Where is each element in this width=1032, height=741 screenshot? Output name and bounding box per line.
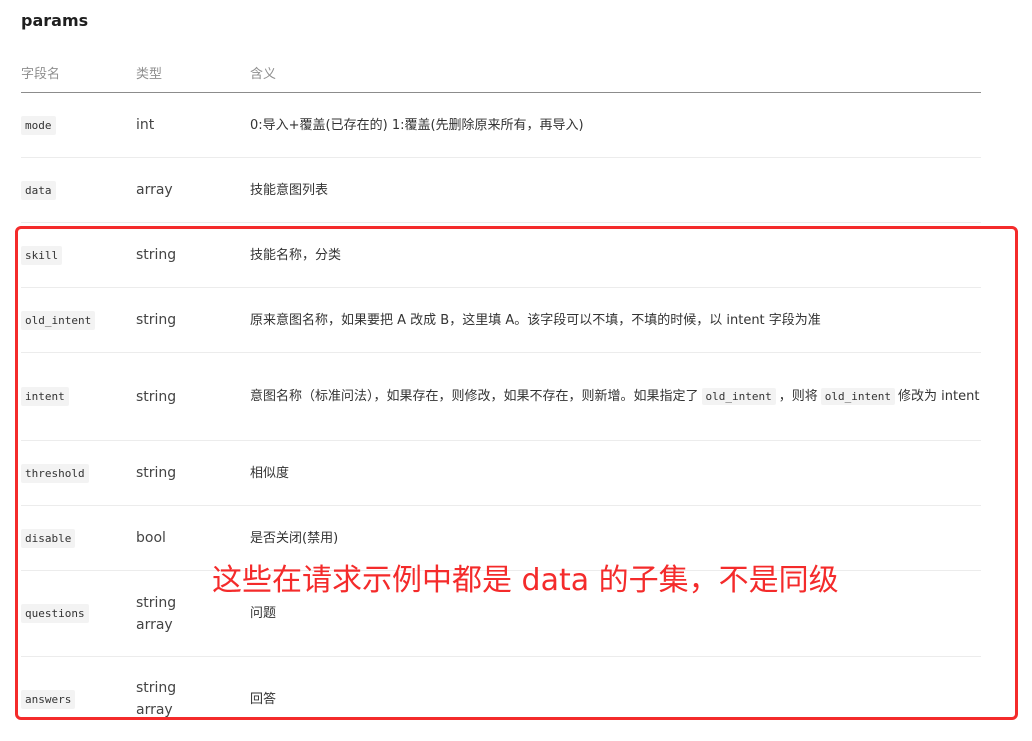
field-name: old_intent <box>21 310 96 330</box>
field-name: threshold <box>21 463 89 483</box>
table-row: old_intent string 原来意图名称，如果要把 A 改成 B，这里填… <box>21 288 981 353</box>
field-type-line: array <box>136 616 173 633</box>
field-name: mode <box>21 115 56 135</box>
field-desc: 技能意图列表 <box>250 182 329 198</box>
table-header: 字段名 类型 含义 <box>21 53 981 93</box>
field-name: disable <box>21 528 76 548</box>
field-desc-text: 修改为 intent <box>898 389 980 404</box>
field-name: skill <box>21 245 63 265</box>
header-field-name: 字段名 <box>21 67 61 82</box>
table-row: threshold string 相似度 <box>21 441 981 506</box>
field-desc-text: 意图名称（标准问法），如果存在，则修改，如果不存在，则新增。如果指定了 <box>250 389 699 404</box>
header-meaning: 含义 <box>250 67 277 82</box>
field-type-line: string <box>136 680 177 696</box>
table-row: data array 技能意图列表 <box>21 158 981 223</box>
table-row: mode int 0:导入+覆盖(已存在的) 1:覆盖(先删除原来所有，再导入) <box>21 93 981 158</box>
field-desc: 0:导入+覆盖(已存在的) 1:覆盖(先删除原来所有，再导入) <box>250 117 584 133</box>
inline-code: old_intent <box>820 388 895 405</box>
field-type: string <box>136 465 177 481</box>
field-type: string array <box>136 677 176 721</box>
field-type: string <box>136 247 177 263</box>
field-desc: 回答 <box>250 691 277 707</box>
field-name: intent <box>21 387 69 406</box>
header-type: 类型 <box>136 67 163 82</box>
section-title: params <box>21 11 89 30</box>
field-desc: 问题 <box>250 606 277 621</box>
field-name: questions <box>21 604 89 623</box>
field-type: bool <box>136 530 166 546</box>
field-type: array <box>136 182 173 198</box>
inline-code: old_intent <box>701 388 776 405</box>
field-desc: 原来意图名称，如果要把 A 改成 B，这里填 A。该字段可以不填，不填的时候，以… <box>250 312 821 328</box>
table-row: answers string array 回答 <box>21 657 981 741</box>
field-desc: 意图名称（标准问法），如果存在，则修改，如果不存在，则新增。如果指定了 old_i… <box>250 385 979 408</box>
field-type: int <box>136 117 155 133</box>
field-desc-text: ，则将 <box>778 389 818 404</box>
params-table: 字段名 类型 含义 mode int 0:导入+覆盖(已存在的) 1:覆盖(先删… <box>21 53 981 741</box>
annotation-text: 这些在请求示例中都是 data 的子集，不是同级 <box>212 563 839 598</box>
field-name: answers <box>21 689 76 709</box>
field-desc: 相似度 <box>250 465 290 481</box>
field-desc: 技能名称，分类 <box>250 247 342 263</box>
field-type: string array <box>136 592 176 636</box>
field-type-line: array <box>136 702 173 718</box>
table-row: intent string 意图名称（标准问法），如果存在，则修改，如果不存在，… <box>21 353 981 441</box>
field-type: string <box>136 312 177 328</box>
table-row: skill string 技能名称，分类 <box>21 223 981 288</box>
field-name: data <box>21 180 56 200</box>
field-type: string <box>136 388 177 405</box>
field-type-line: string <box>136 594 177 611</box>
field-desc: 是否关闭(禁用) <box>250 530 339 546</box>
